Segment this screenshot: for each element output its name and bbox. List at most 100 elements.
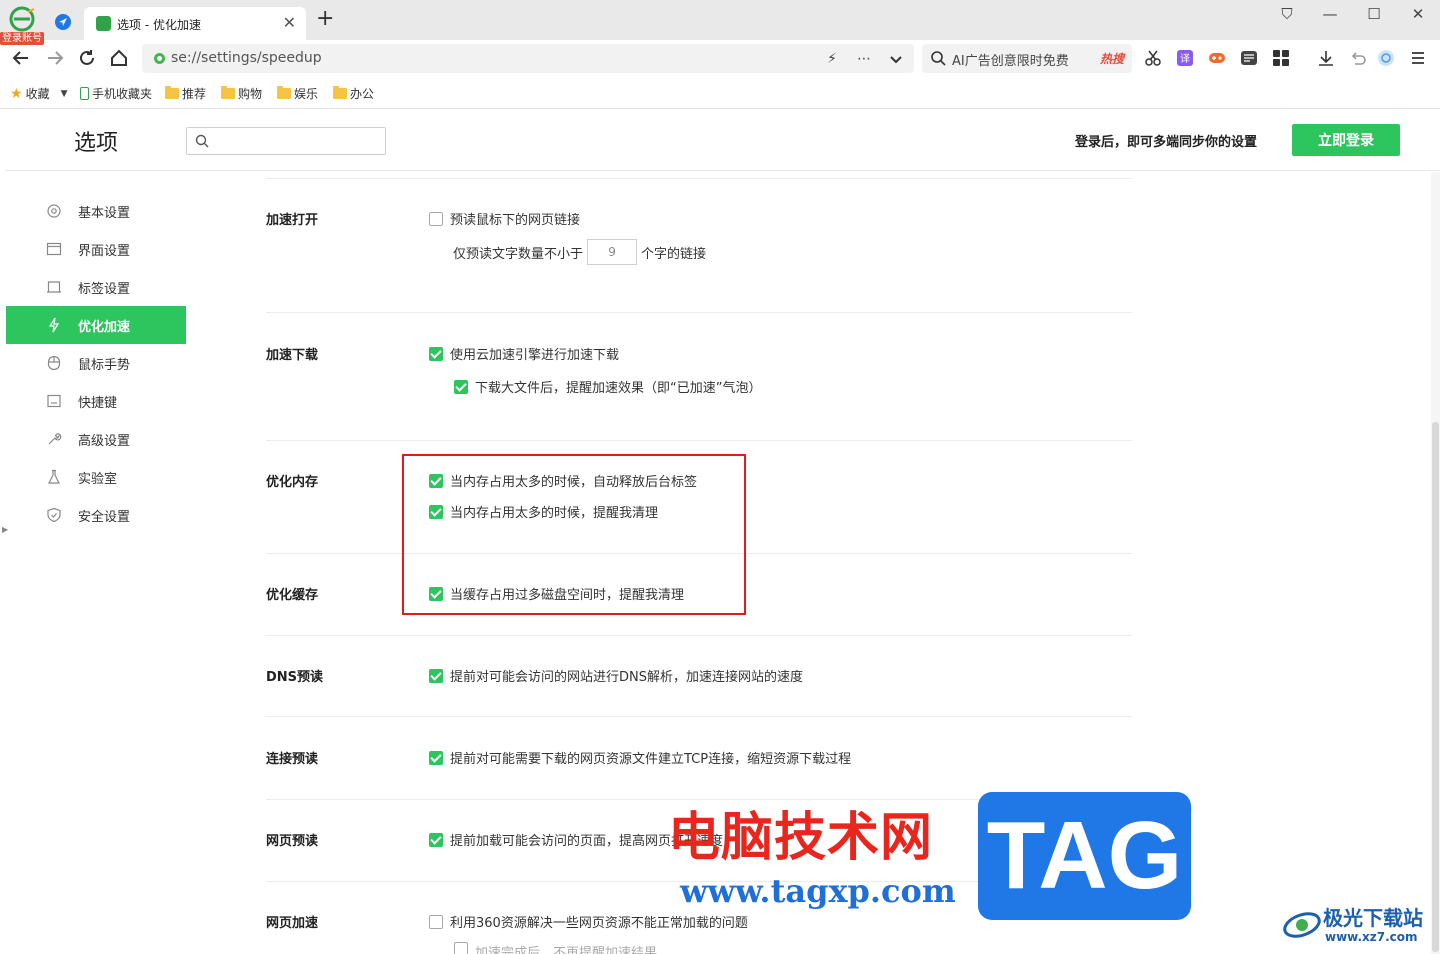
address-url[interactable]: se://settings/speedup — [171, 50, 322, 66]
watermark-site2-title: 极光下载站 — [1323, 906, 1423, 930]
scrollbar-thumb[interactable] — [1432, 422, 1439, 952]
tab-icon — [47, 281, 61, 293]
checkbox-box[interactable] — [429, 668, 443, 683]
bookmark-label: 手机收藏夹 — [92, 87, 153, 101]
assistant-icon[interactable] — [1377, 49, 1395, 67]
checkbox-box[interactable] — [429, 750, 443, 765]
sidebar-item-advanced[interactable]: 高级设置 — [6, 420, 186, 458]
sidebar-item-label: 鼠标手势 — [78, 358, 131, 373]
divider — [266, 716, 1132, 717]
apps-grid-icon[interactable] — [1272, 49, 1290, 67]
bookmark-mobile[interactable]: 手机收藏夹 — [80, 85, 152, 102]
watermark-tag-logo: TAG — [978, 792, 1191, 920]
bookmark-favorites[interactable]: ★ 收藏 ▼ — [10, 85, 68, 102]
lightning-icon[interactable]: ⚡ — [822, 49, 842, 69]
sidebar-item-label: 安全设置 — [78, 510, 131, 525]
min-chars-suffix: 个字的链接 — [641, 246, 707, 262]
bookmark-folder[interactable]: 购物 — [221, 85, 262, 102]
sidebar-item-basic[interactable]: 基本设置 — [6, 192, 186, 230]
scissors-icon[interactable] — [1144, 49, 1162, 67]
new-tab-button[interactable]: + — [316, 8, 334, 30]
maximize-button[interactable]: ☐ — [1364, 5, 1384, 23]
checkbox-box[interactable] — [429, 914, 443, 929]
tab-settings[interactable]: 选项 - 优化加速 ✕ — [84, 7, 306, 40]
caret-down-icon[interactable]: ▼ — [61, 89, 68, 99]
sidebar-item-label: 实验室 — [78, 472, 118, 487]
login-button[interactable]: 立即登录 — [1292, 124, 1400, 156]
tcp-preconnect-checkbox[interactable]: 提前对可能需要下载的网页资源文件建立TCP连接，缩短资源下载过程 — [429, 748, 851, 767]
watermark-cn-title: 电脑技术网 — [668, 808, 934, 868]
checkbox-box[interactable] — [454, 942, 468, 954]
skin-icon[interactable]: ⛉ — [1277, 5, 1297, 23]
section-label-download: 加速下载 — [266, 348, 319, 363]
bookmark-label: 购物 — [238, 87, 263, 101]
lightning-icon — [48, 317, 60, 333]
login-account-badge[interactable]: 登录账号 — [0, 32, 44, 45]
bookmark-label: 娱乐 — [294, 87, 319, 101]
mouse-icon — [47, 355, 61, 371]
sidebar-item-mouse[interactable]: 鼠标手势 — [6, 344, 186, 382]
tab-title: 选项 - 优化加速 — [117, 18, 201, 32]
sidebar-item-interface[interactable]: 界面设置 — [6, 230, 186, 268]
settings-search-input[interactable] — [186, 127, 386, 155]
address-bar[interactable]: se://settings/speedup ⚡ ⋯ — [142, 44, 914, 73]
undo-icon[interactable] — [1349, 49, 1367, 67]
accel-no-remind-checkbox[interactable]: 加速完成后，不再提醒加速结果 — [454, 942, 657, 954]
cloud-download-checkbox[interactable]: 使用云加速引擎进行加速下载 — [429, 344, 619, 363]
section-label-memory: 优化内存 — [266, 475, 319, 490]
accel-bubble-checkbox[interactable]: 下载大文件后，提醒加速效果（即“已加速”气泡） — [454, 377, 761, 396]
keyboard-icon — [47, 394, 61, 408]
min-chars-input[interactable]: 9 — [587, 239, 638, 265]
bookmark-folder[interactable]: 办公 — [333, 85, 374, 102]
reader-icon[interactable] — [1240, 49, 1258, 67]
checkbox-box[interactable] — [429, 211, 443, 226]
shield-icon — [47, 507, 61, 523]
section-label-open: 加速打开 — [266, 213, 319, 228]
svg-text:译: 译 — [1180, 53, 1190, 65]
search-box[interactable]: AI广告创意限时免费 热搜 — [922, 44, 1132, 73]
search-icon — [931, 51, 946, 66]
collapse-arrow-icon[interactable]: ▶ — [2, 525, 8, 534]
forward-arrow-icon[interactable] — [44, 47, 66, 69]
browser-logo-icon[interactable] — [8, 6, 36, 32]
wrench-favicon-icon — [96, 16, 111, 31]
bookmarks-bar: ★ 收藏 ▼ 手机收藏夹 推荐 购物 娱乐 办公 — [0, 78, 1440, 109]
section-label-connect: 连接预读 — [266, 752, 319, 767]
prefetch-links-checkbox[interactable]: 预读鼠标下的网页链接 — [429, 209, 580, 228]
back-arrow-icon[interactable] — [10, 47, 32, 69]
highlight-annotation-box — [402, 454, 746, 615]
page-accel-checkbox[interactable]: 利用360资源解决一些网页资源不能正常加载的问题 — [429, 912, 748, 931]
window-icon — [46, 242, 62, 256]
tab-close-icon[interactable]: ✕ — [283, 13, 296, 32]
checkbox-box[interactable] — [429, 346, 443, 361]
translate-icon[interactable]: 译 — [1176, 49, 1194, 67]
option-text: 提前对可能会访问的网站进行DNS解析，加速连接网站的速度 — [450, 670, 803, 685]
bookmark-folder[interactable]: 推荐 — [165, 85, 206, 102]
page-scrollbar[interactable] — [1431, 172, 1440, 954]
chevron-down-icon[interactable] — [886, 50, 906, 70]
more-icon[interactable]: ⋯ — [854, 49, 874, 69]
home-icon[interactable] — [108, 47, 130, 69]
minimize-button[interactable]: — — [1320, 5, 1340, 23]
sidebar-item-security[interactable]: 安全设置 — [6, 496, 186, 534]
close-window-button[interactable]: ✕ — [1408, 5, 1428, 23]
reload-icon[interactable] — [76, 47, 98, 69]
game-icon[interactable] — [1208, 49, 1226, 67]
sidebar-item-tabs[interactable]: 标签设置 — [6, 268, 186, 306]
checkbox-box[interactable] — [454, 379, 468, 394]
min-chars-row: 仅预读文字数量不小于 9 个字的链接 — [453, 239, 706, 265]
tab-bar: 登录账号 选项 - 优化加速 ✕ + ⛉ — ☐ ✕ — [0, 0, 1440, 45]
bookmark-folder[interactable]: 娱乐 — [277, 85, 318, 102]
sidebar-item-label: 标签设置 — [78, 282, 131, 297]
settings-header: 选项 登录后，即可多端同步你的设置 立即登录 — [6, 110, 1440, 171]
sidebar-item-shortcuts[interactable]: 快捷键 — [6, 382, 186, 420]
menu-icon[interactable] — [1409, 49, 1427, 67]
sidebar-item-speedup[interactable]: 优化加速 — [6, 306, 186, 344]
bookmark-label: 办公 — [350, 87, 375, 101]
navigation-pin-icon[interactable] — [54, 13, 72, 31]
download-icon[interactable] — [1317, 49, 1335, 67]
sync-hint: 登录后，即可多端同步你的设置 — [1075, 135, 1258, 150]
sidebar-item-lab[interactable]: 实验室 — [6, 458, 186, 496]
checkbox-box[interactable] — [429, 832, 443, 847]
dns-prefetch-checkbox[interactable]: 提前对可能会访问的网站进行DNS解析，加速连接网站的速度 — [429, 666, 803, 685]
